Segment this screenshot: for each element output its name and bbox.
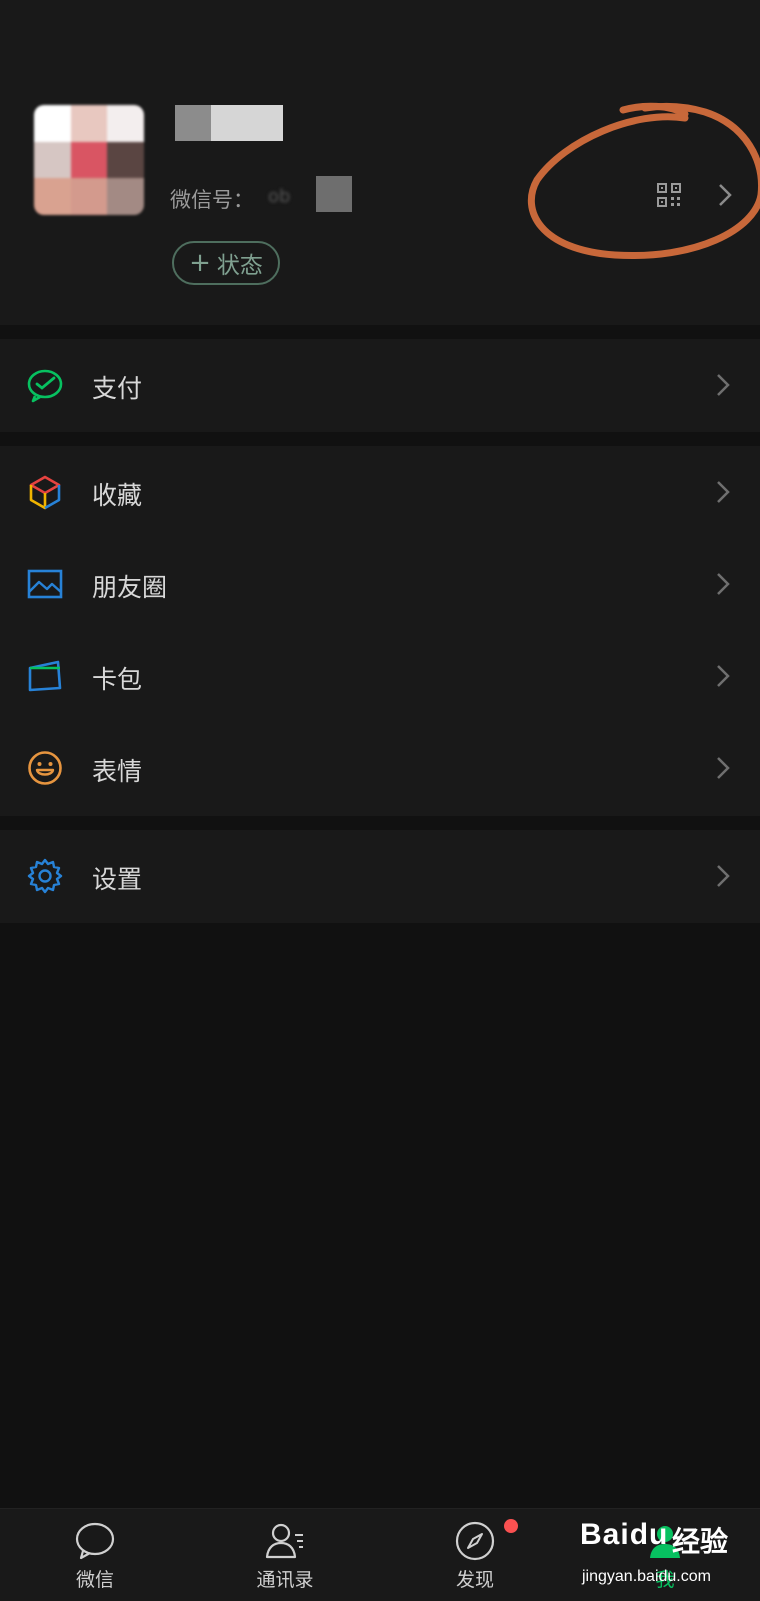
menu-item-cards[interactable]: 卡包 (0, 630, 760, 722)
menu-item-label: 卡包 (92, 665, 143, 694)
qr-code-icon[interactable] (657, 183, 681, 207)
wechat-pay-icon (27, 369, 63, 403)
chevron-right-icon (717, 865, 730, 887)
wechat-id-value: ob (268, 186, 291, 207)
tab-label: 通讯录 (256, 1569, 314, 1591)
chevron-right-icon (717, 665, 730, 687)
tab-label: 发现 (455, 1569, 494, 1591)
menu-item-settings[interactable]: 设置 (0, 830, 760, 922)
profile-header[interactable]: 微信号： ob + 状态 (0, 0, 760, 325)
watermark-brand: Baidu (580, 1518, 669, 1551)
baidu-watermark: Baidu 经验 jingyan.baidu.com (580, 1518, 760, 1600)
notification-badge (504, 1519, 518, 1533)
chevron-right-icon (717, 757, 730, 779)
watermark-cn: 经验 (672, 1525, 729, 1558)
watermark-url: jingyan.baidu.com (582, 1568, 711, 1585)
menu-item-moments[interactable]: 朋友圈 (0, 538, 760, 630)
wechat-id-redaction (316, 176, 352, 212)
gear-icon (27, 858, 63, 894)
status-button[interactable]: + 状态 (172, 241, 280, 285)
menu-item-label: 支付 (92, 374, 143, 403)
chevron-right-icon (717, 481, 730, 503)
moments-picture-icon (27, 569, 63, 599)
favorites-cube-icon (29, 475, 61, 510)
wechat-id-label: 微信号： (170, 188, 254, 212)
pay-section: 支付 (0, 339, 760, 432)
chevron-right-icon (717, 374, 730, 396)
sticker-smile-icon (28, 751, 62, 785)
chevron-right-icon (717, 573, 730, 595)
chat-bubble-icon (75, 1522, 115, 1560)
status-label: 状态 (216, 253, 263, 279)
chevron-right-icon[interactable] (718, 183, 732, 207)
nickname-blurred (175, 105, 283, 141)
plus-icon: + (189, 248, 211, 278)
compass-icon (455, 1521, 495, 1561)
card-wallet-icon (28, 660, 62, 692)
features-section: 收藏 朋友圈 卡包 表情 (0, 446, 760, 816)
menu-item-label: 设置 (92, 865, 143, 894)
tab-contacts[interactable]: 通讯录 (225, 1509, 345, 1601)
tab-discover[interactable]: 发现 (415, 1509, 535, 1601)
menu-item-pay[interactable]: 支付 (0, 339, 760, 431)
menu-item-label: 收藏 (92, 481, 143, 510)
avatar[interactable] (34, 105, 144, 215)
tab-chats[interactable]: 微信 (35, 1509, 155, 1601)
settings-section: 设置 (0, 830, 760, 923)
menu-item-label: 表情 (92, 757, 143, 786)
tab-label: 微信 (75, 1569, 114, 1591)
menu-item-label: 朋友圈 (92, 573, 168, 602)
contacts-icon (265, 1523, 303, 1559)
menu-item-favorites[interactable]: 收藏 (0, 446, 760, 538)
menu-item-stickers[interactable]: 表情 (0, 722, 760, 814)
